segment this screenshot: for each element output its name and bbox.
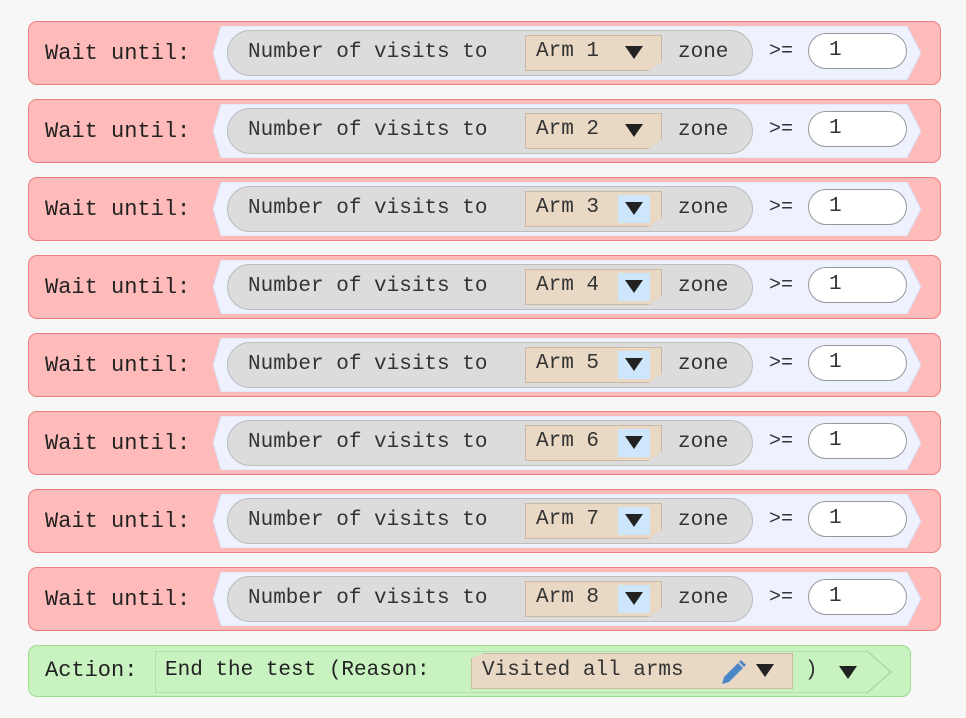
- wait-until-block[interactable]: Wait until: Number of visits to Arm 4 zo…: [28, 255, 941, 319]
- chevron-down-icon[interactable]: [618, 429, 650, 457]
- operator-text: >=: [769, 196, 794, 219]
- zone-suffix-text: zone: [678, 509, 729, 532]
- visits-expression[interactable]: Number of visits to Arm 4 zone: [227, 264, 753, 310]
- zone-dropdown[interactable]: Arm 5: [525, 347, 662, 383]
- operator-text: >=: [769, 430, 794, 453]
- chevron-down-icon[interactable]: [618, 195, 650, 223]
- operator-text: >=: [769, 40, 794, 63]
- operator-text: >=: [769, 274, 794, 297]
- zone-dropdown[interactable]: Arm 2: [525, 113, 662, 149]
- condition-slot: Number of visits to Arm 8 zone >= 1: [213, 572, 921, 626]
- condition-slot: Number of visits to Arm 5 zone >= 1: [213, 338, 921, 392]
- wait-until-label: Wait until:: [45, 119, 191, 144]
- zone-dropdown[interactable]: Arm 6: [525, 425, 662, 461]
- condition-slot: Number of visits to Arm 4 zone >= 1: [213, 260, 921, 314]
- threshold-input[interactable]: 1: [808, 111, 907, 147]
- wait-until-label: Wait until:: [45, 431, 191, 456]
- operator-text: >=: [769, 352, 794, 375]
- chevron-down-icon[interactable]: [618, 273, 650, 301]
- zone-dropdown[interactable]: Arm 7: [525, 503, 662, 539]
- wait-until-label: Wait until:: [45, 353, 191, 378]
- zone-suffix-text: zone: [678, 275, 729, 298]
- close-paren-text: ): [805, 659, 818, 682]
- threshold-input[interactable]: 1: [808, 501, 907, 537]
- wait-until-label: Wait until:: [45, 509, 191, 534]
- visits-prefix-text: Number of visits to: [248, 431, 488, 454]
- zone-suffix-text: zone: [678, 41, 729, 64]
- visits-prefix-text: Number of visits to: [248, 587, 488, 610]
- wait-until-block[interactable]: Wait until: Number of visits to Arm 6 zo…: [28, 411, 941, 475]
- visits-prefix-text: Number of visits to: [248, 119, 488, 142]
- condition-slot: Number of visits to Arm 1 zone >= 1: [213, 26, 921, 80]
- wait-until-block[interactable]: Wait until: Number of visits to Arm 7 zo…: [28, 489, 941, 553]
- zone-suffix-text: zone: [678, 119, 729, 142]
- condition-slot: Number of visits to Arm 2 zone >= 1: [213, 104, 921, 158]
- visits-expression[interactable]: Number of visits to Arm 3 zone: [227, 186, 753, 232]
- reason-dropdown[interactable]: Visited all arms: [471, 653, 793, 689]
- visits-prefix-text: Number of visits to: [248, 509, 488, 532]
- wait-until-block[interactable]: Wait until: Number of visits to Arm 2 zo…: [28, 99, 941, 163]
- visits-expression[interactable]: Number of visits to Arm 5 zone: [227, 342, 753, 388]
- zone-dropdown[interactable]: Arm 3: [525, 191, 662, 227]
- threshold-input[interactable]: 1: [808, 345, 907, 381]
- zone-dropdown-value: Arm 2: [536, 118, 600, 141]
- zone-dropdown-value: Arm 6: [536, 430, 600, 453]
- operator-text: >=: [769, 508, 794, 531]
- threshold-input[interactable]: 1: [808, 579, 907, 615]
- chevron-down-icon[interactable]: [618, 117, 650, 145]
- wait-until-label: Wait until:: [45, 275, 191, 300]
- zone-dropdown[interactable]: Arm 1: [525, 35, 662, 71]
- chevron-down-icon[interactable]: [618, 351, 650, 379]
- action-block[interactable]: Action: End the test (Reason: Visited al…: [28, 645, 911, 697]
- wait-until-label: Wait until:: [45, 41, 191, 66]
- visits-expression[interactable]: Number of visits to Arm 2 zone: [227, 108, 753, 154]
- zone-suffix-text: zone: [678, 197, 729, 220]
- threshold-input[interactable]: 1: [808, 267, 907, 303]
- operator-text: >=: [769, 586, 794, 609]
- visits-expression[interactable]: Number of visits to Arm 7 zone: [227, 498, 753, 544]
- zone-dropdown-value: Arm 5: [536, 352, 600, 375]
- wait-until-block[interactable]: Wait until: Number of visits to Arm 5 zo…: [28, 333, 941, 397]
- action-slot: End the test (Reason: Visited all arms ): [155, 651, 895, 693]
- wait-until-block[interactable]: Wait until: Number of visits to Arm 3 zo…: [28, 177, 941, 241]
- visits-prefix-text: Number of visits to: [248, 197, 488, 220]
- zone-suffix-text: zone: [678, 431, 729, 454]
- threshold-input[interactable]: 1: [808, 33, 907, 69]
- zone-dropdown-value: Arm 7: [536, 508, 600, 531]
- zone-suffix-text: zone: [678, 353, 729, 376]
- wait-until-label: Wait until:: [45, 197, 191, 222]
- visits-expression[interactable]: Number of visits to Arm 1 zone: [227, 30, 753, 76]
- wait-until-label: Wait until:: [45, 587, 191, 612]
- wait-until-block[interactable]: Wait until: Number of visits to Arm 8 zo…: [28, 567, 941, 631]
- zone-dropdown[interactable]: Arm 8: [525, 581, 662, 617]
- operator-text: >=: [769, 118, 794, 141]
- visits-expression[interactable]: Number of visits to Arm 8 zone: [227, 576, 753, 622]
- zone-dropdown-value: Arm 3: [536, 196, 600, 219]
- action-label: Action:: [45, 658, 138, 683]
- visits-prefix-text: Number of visits to: [248, 353, 488, 376]
- chevron-down-icon[interactable]: [618, 507, 650, 535]
- zone-dropdown-value: Arm 1: [536, 40, 600, 63]
- zone-dropdown-value: Arm 4: [536, 274, 600, 297]
- condition-slot: Number of visits to Arm 7 zone >= 1: [213, 494, 921, 548]
- end-test-text: End the test (Reason:: [165, 659, 430, 682]
- condition-slot: Number of visits to Arm 6 zone >= 1: [213, 416, 921, 470]
- visits-prefix-text: Number of visits to: [248, 41, 488, 64]
- chevron-down-icon[interactable]: [618, 39, 650, 67]
- zone-suffix-text: zone: [678, 587, 729, 610]
- wait-until-block[interactable]: Wait until: Number of visits to Arm 1 zo…: [28, 21, 941, 85]
- chevron-down-icon[interactable]: [618, 585, 650, 613]
- condition-slot: Number of visits to Arm 3 zone >= 1: [213, 182, 921, 236]
- visits-expression[interactable]: Number of visits to Arm 6 zone: [227, 420, 753, 466]
- threshold-input[interactable]: 1: [808, 189, 907, 225]
- reason-value: Visited all arms: [482, 659, 684, 682]
- threshold-input[interactable]: 1: [808, 423, 907, 459]
- zone-dropdown-value: Arm 8: [536, 586, 600, 609]
- visits-prefix-text: Number of visits to: [248, 275, 488, 298]
- zone-dropdown[interactable]: Arm 4: [525, 269, 662, 305]
